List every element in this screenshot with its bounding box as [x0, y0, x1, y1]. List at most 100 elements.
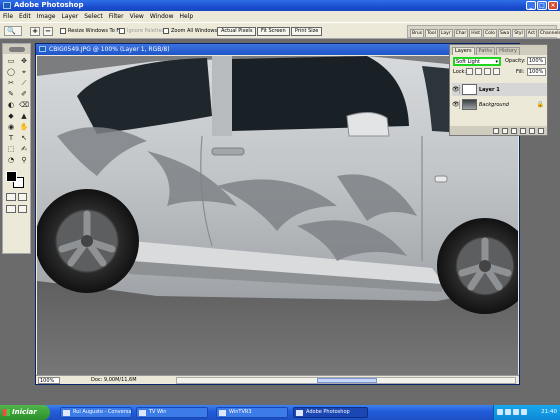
adjustment-layer-icon[interactable] — [520, 127, 526, 134]
marquee-tool-icon[interactable]: ▭ — [5, 56, 17, 66]
windows-logo-icon — [3, 409, 10, 416]
shape-tool-icon[interactable]: ⬚ — [5, 144, 17, 154]
taskbar-item-tvwin[interactable]: TV Win — [136, 407, 208, 418]
zoom-tool-icon[interactable]: ⚲ — [18, 155, 30, 165]
messenger-icon — [63, 410, 70, 416]
tab-layers[interactable]: Layers — [452, 47, 475, 55]
horizontal-scrollbar[interactable] — [176, 377, 516, 384]
document-size-info[interactable]: Doc: 9,00M/11,6M — [91, 377, 137, 383]
hand-tool-icon[interactable]: ✋ — [18, 122, 30, 132]
fit-screen-button[interactable]: Fit Screen — [257, 27, 290, 36]
start-button[interactable]: Iniciar — [0, 405, 50, 420]
move-tool-icon[interactable]: ✥ — [18, 56, 30, 66]
palette-well-tab[interactable]: Swa — [497, 29, 512, 37]
menu-select[interactable]: Select — [84, 13, 103, 20]
palette-well-tab[interactable]: Styl — [512, 29, 525, 37]
screen-mode-full-icon[interactable] — [17, 205, 27, 213]
menu-edit[interactable]: Edit — [19, 13, 31, 20]
scrollbar-thumb[interactable] — [317, 378, 377, 383]
tray-icon[interactable] — [521, 409, 527, 415]
maximize-button[interactable]: □ — [537, 1, 547, 10]
zoom-in-button[interactable]: + — [30, 27, 40, 36]
eraser-tool-icon[interactable]: ⌫ — [18, 100, 30, 110]
menu-layer[interactable]: Layer — [61, 13, 78, 20]
crop-tool-icon[interactable]: ✂ — [5, 78, 17, 88]
palette-well-tab[interactable]: Char — [453, 29, 469, 37]
blend-mode-select[interactable]: Soft Light ▾ — [453, 57, 501, 66]
zoom-all-windows-checkbox[interactable]: Zoom All Windows — [163, 28, 217, 34]
taskbar-item-conversation[interactable]: Rui Augusto - Conversa — [60, 407, 132, 418]
dodge-tool-icon[interactable]: ◉ — [5, 122, 17, 132]
zoom-tool-preset-icon[interactable]: 🔍 — [4, 26, 22, 36]
palette-well-tab[interactable]: Channels — [538, 29, 560, 37]
taskbar-item-wintvr3[interactable]: WinTVR3 — [216, 407, 288, 418]
standard-mode-icon[interactable] — [6, 193, 16, 201]
layer-row-layer-1[interactable]: 👁 Layer 1 — [452, 83, 547, 96]
zoom-level-field[interactable]: 100% — [38, 377, 60, 384]
layer-row-background[interactable]: 👁 Background 🔒 — [452, 98, 547, 111]
palette-well-tab[interactable]: Layr — [438, 29, 453, 37]
zoom-out-button[interactable]: − — [43, 27, 53, 36]
menu-help[interactable]: Help — [180, 13, 194, 20]
notes-tool-icon[interactable]: ✍ — [18, 144, 30, 154]
lock-options — [466, 68, 500, 75]
checkbox-box — [60, 28, 66, 34]
lock-all-icon[interactable] — [493, 68, 500, 75]
lock-position-icon[interactable] — [484, 68, 491, 75]
taskbar-item-photoshop[interactable]: Adobe Photoshop — [293, 407, 368, 418]
magic-wand-tool-icon[interactable]: ⌖ — [18, 67, 30, 77]
type-tool-icon[interactable]: T — [5, 133, 17, 143]
tab-paths[interactable]: Paths — [475, 47, 496, 55]
tray-icon[interactable] — [505, 409, 511, 415]
menu-image[interactable]: Image — [37, 13, 56, 20]
tray-icon[interactable] — [513, 409, 519, 415]
close-button[interactable]: × — [548, 1, 558, 10]
tab-history[interactable]: History — [496, 47, 520, 55]
menu-file[interactable]: File — [3, 13, 13, 20]
lasso-tool-icon[interactable]: ◯ — [5, 67, 17, 77]
healing-brush-tool-icon[interactable]: ✎ — [5, 89, 17, 99]
tray-icon[interactable] — [497, 409, 503, 415]
quick-mask-icon[interactable] — [17, 193, 27, 201]
print-size-button[interactable]: Print Size — [291, 27, 323, 36]
opacity-field[interactable]: 100% — [527, 57, 546, 65]
actual-pixels-button[interactable]: Actual Pixels — [217, 27, 257, 36]
resize-windows-checkbox[interactable]: Resize Windows To Fit — [60, 28, 122, 34]
palette-well-tab[interactable]: Hist — [469, 29, 483, 37]
gradient-tool-icon[interactable]: ◆ — [5, 111, 17, 121]
lock-transparency-icon[interactable] — [466, 68, 473, 75]
trash-icon[interactable] — [538, 127, 544, 134]
eyedropper-tool-icon[interactable]: ◔ — [5, 155, 17, 165]
palette-well-tab[interactable]: Colo — [483, 29, 497, 37]
layer-set-icon[interactable] — [511, 127, 517, 134]
toolbox-header[interactable] — [3, 44, 30, 54]
path-selection-tool-icon[interactable]: ↖ — [18, 133, 30, 143]
visibility-eye-icon[interactable]: 👁 — [452, 85, 460, 94]
visibility-eye-icon[interactable]: 👁 — [452, 100, 460, 109]
taskbar: Iniciar Rui Augusto - Conversa TV Win Wi… — [0, 405, 560, 420]
document-canvas[interactable] — [37, 56, 518, 376]
slice-tool-icon[interactable]: ⟋ — [18, 78, 30, 88]
foreground-color-swatch[interactable] — [6, 171, 17, 182]
fill-field[interactable]: 100% — [527, 68, 546, 76]
new-layer-icon[interactable] — [529, 127, 535, 134]
palette-well-tab[interactable]: Tool — [425, 29, 438, 37]
layer-mask-icon[interactable] — [502, 127, 508, 134]
palette-well-tab[interactable]: Brus — [410, 29, 425, 37]
layers-footer — [450, 126, 547, 135]
menu-filter[interactable]: Filter — [109, 13, 124, 20]
layer-thumbnail — [462, 84, 477, 95]
screen-mode-standard-icon[interactable] — [6, 205, 16, 213]
layer-style-icon[interactable] — [493, 127, 499, 134]
minimize-button[interactable]: _ — [526, 1, 536, 10]
document-titlebar[interactable]: CBIG0549.JPG @ 100% (Layer 1, RGB/8) — [36, 44, 519, 55]
palette-well-tab[interactable]: Act — [525, 29, 538, 37]
blur-tool-icon[interactable]: ▲ — [18, 111, 30, 121]
brush-tool-icon[interactable]: ✐ — [18, 89, 30, 99]
lock-image-icon[interactable] — [475, 68, 482, 75]
tray-clock[interactable]: 21:40 — [541, 409, 557, 415]
clone-stamp-tool-icon[interactable]: ◐ — [5, 100, 17, 110]
menu-window[interactable]: Window — [150, 13, 174, 20]
menu-view[interactable]: View — [130, 13, 144, 20]
lock-icon: 🔒 — [536, 101, 544, 108]
